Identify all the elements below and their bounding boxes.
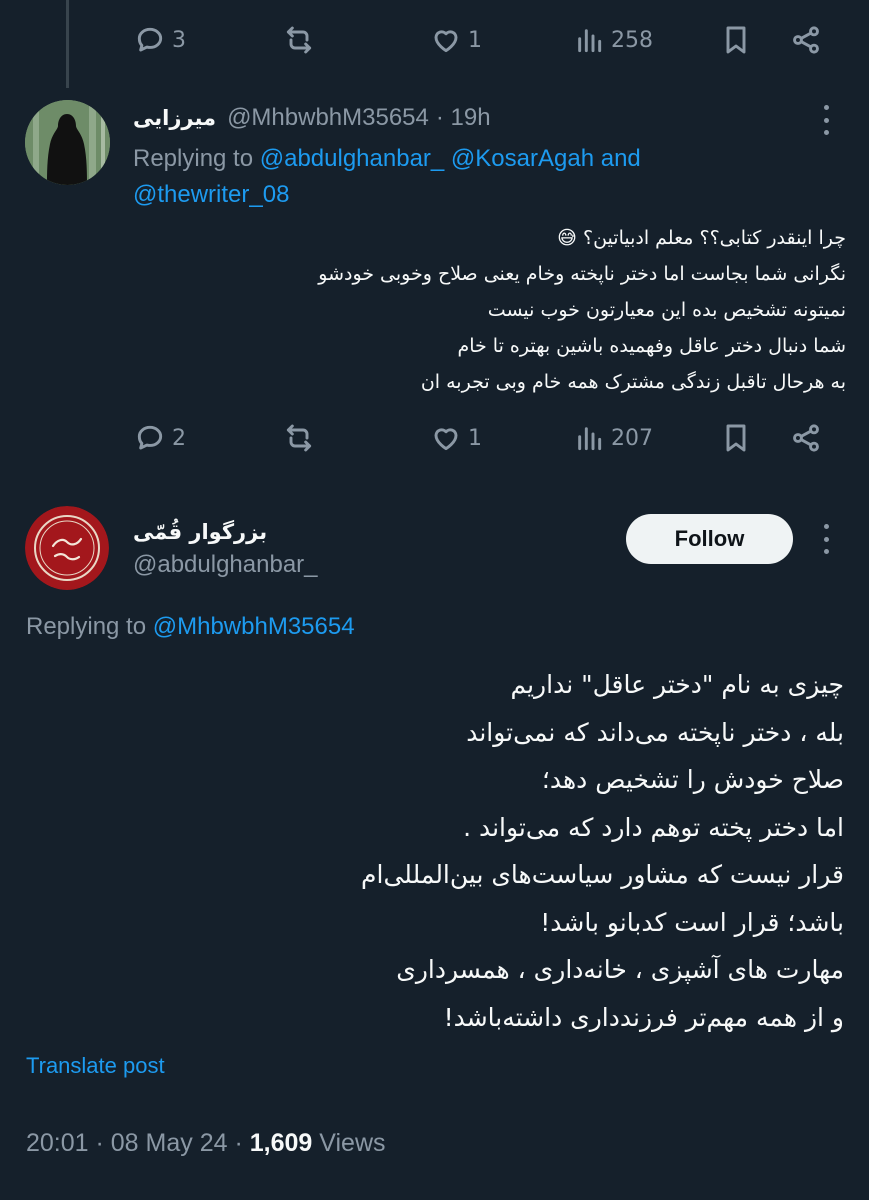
main-body-line: چیزی به نام "دختر عاقل" نداریم	[510, 670, 844, 699]
more-icon-dot	[823, 536, 829, 542]
views-count: 258	[611, 27, 653, 53]
main-replying-prefix: Replying to	[26, 613, 147, 640]
main-body-line: اما دختر پخته توهم دارد که می‌تواند .	[463, 812, 844, 842]
tweet-timestamp[interactable]: 20:01 · 08 May 24 ·	[26, 1129, 243, 1157]
reply-button[interactable]: 3	[134, 20, 186, 60]
reply1-body-line: چرا اینقدر کتابی؟؟ معلم ادبیاتین؟ 😅	[557, 227, 846, 249]
reply1-display-name[interactable]: میرزایی	[133, 106, 216, 130]
share-button[interactable]	[790, 20, 822, 60]
main-display-name[interactable]: بزرگوار قُمّی	[133, 517, 267, 547]
like-button[interactable]: 1	[430, 418, 482, 458]
main-body-line: باشد؛ قرار است کدبانو باشد!	[540, 907, 844, 937]
tweet-views-count: 1,609	[249, 1129, 313, 1157]
reply1-replying-and[interactable]: and	[601, 145, 641, 172]
reply-button[interactable]: 2	[134, 418, 186, 458]
share-button[interactable]	[790, 418, 822, 458]
reply1-body-line: نمیتونه تشخیص بده این معیارتون خوب نیست	[487, 299, 846, 321]
bookmark-icon	[726, 424, 746, 452]
views-count: 207	[611, 425, 653, 451]
retweet-button[interactable]	[283, 20, 315, 60]
reply-icon	[137, 27, 163, 52]
reply1-avatar-image	[25, 100, 110, 185]
reply1-action-bar: 2 1 207	[0, 418, 869, 458]
views-button[interactable]: 258	[573, 20, 653, 60]
more-icon-dot	[823, 117, 829, 123]
main-body-line: قرار نیست که مشاور سیاست‌های بین‌المللی‌…	[361, 860, 844, 889]
top-action-bar: 3 1 258	[0, 20, 869, 60]
reply1-body-line: شما دنبال دختر عاقل وفهمیده باشین بهتره …	[457, 335, 846, 357]
retweet-icon	[286, 424, 312, 452]
like-count: 1	[468, 425, 482, 451]
reply1-replying-to: Replying to @abdulghanbar_ @KosarAgah an…	[133, 141, 641, 213]
main-body-line: و از همه مهم‌تر فرزندداری داشته‌باشد!	[443, 1002, 844, 1032]
views-icon	[578, 29, 602, 53]
views-icon	[578, 427, 602, 451]
reply1-body-line: به هرحال تاقبل زندگی مشترک همه خام وبی ت…	[420, 371, 846, 393]
reply1-header: میرزایی @MhbwbhM35654 · 19h	[133, 103, 491, 134]
main-body-line: صلاح خودش را تشخیص دهد؛	[541, 765, 844, 794]
like-button[interactable]: 1	[430, 20, 482, 60]
reply1-more-button[interactable]	[816, 105, 836, 135]
main-body-line: مهارت های آشپزی ، خانه‌داری ، همسرداری	[396, 955, 844, 984]
heart-icon	[434, 30, 458, 53]
reply-count: 3	[172, 27, 186, 53]
reply1-time[interactable]: · 19h	[436, 104, 491, 131]
main-avatar[interactable]	[25, 506, 109, 590]
main-replying-mention[interactable]: @MhbwbhM35654	[153, 613, 355, 640]
reply-count: 2	[172, 425, 186, 451]
bookmark-button[interactable]	[720, 418, 752, 458]
share-icon	[793, 26, 819, 54]
more-icon-dot	[823, 105, 829, 110]
views-button[interactable]: 207	[573, 418, 653, 458]
reply1-replying-mention-2[interactable]: @thewriter_08	[133, 181, 289, 208]
main-handle[interactable]: @abdulghanbar_	[133, 550, 318, 580]
main-body: چیزی به نام "دختر عاقل" نداریم بله ، دخت…	[26, 661, 844, 1041]
reply1-body-line: نگرانی شما بجاست اما دختر ناپخته وخام یع…	[318, 263, 846, 285]
tweet-meta: 20:01 · 08 May 24 · 1,609 Views	[26, 1126, 386, 1160]
heart-icon	[434, 428, 458, 451]
translate-post-link[interactable]: Translate post	[26, 1051, 165, 1081]
retweet-icon	[286, 26, 312, 54]
main-replying-to: Replying to @MhbwbhM35654	[26, 609, 355, 645]
retweet-button[interactable]	[283, 418, 315, 458]
bookmark-button[interactable]	[720, 20, 752, 60]
share-icon	[793, 424, 819, 452]
main-more-button[interactable]	[816, 524, 836, 554]
reply1-avatar[interactable]	[25, 100, 110, 185]
follow-button[interactable]: Follow	[626, 514, 793, 564]
reply1-replying-prefix: Replying to	[133, 145, 254, 172]
more-icon-dot	[823, 549, 829, 554]
reply-icon	[137, 425, 163, 450]
reply1-body: چرا اینقدر کتابی؟؟ معلم ادبیاتین؟ 😅 نگرا…	[133, 220, 846, 400]
like-count: 1	[468, 27, 482, 53]
main-avatar-seal	[25, 506, 109, 590]
more-icon-dot	[823, 130, 829, 135]
reply1-replying-mentions[interactable]: @abdulghanbar_ @KosarAgah	[260, 145, 594, 172]
tweet-views-label: Views	[319, 1129, 386, 1157]
reply1-handle[interactable]: @MhbwbhM35654	[227, 104, 429, 131]
bookmark-icon	[726, 26, 746, 54]
main-body-line: بله ، دختر ناپخته می‌داند که نمی‌تواند	[466, 717, 844, 747]
more-icon-dot	[823, 524, 829, 529]
